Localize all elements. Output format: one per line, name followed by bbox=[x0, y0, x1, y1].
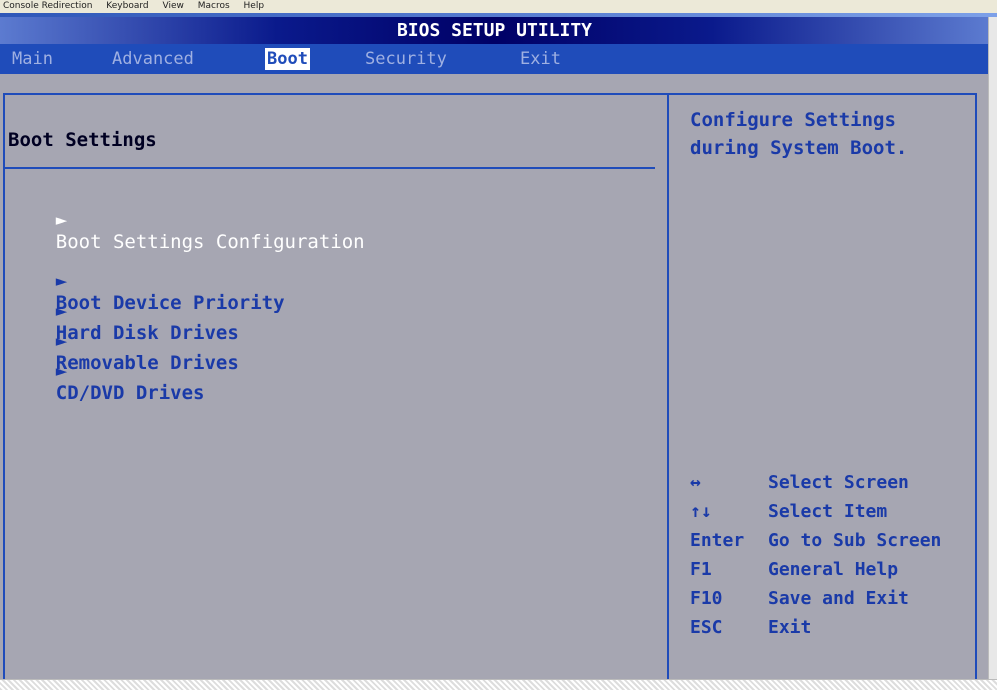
bios-title: BIOS SETUP UTILITY bbox=[0, 17, 989, 44]
help-text: Configure Settings during System Boot. bbox=[690, 109, 908, 159]
menu-item-cd-dvd-drives[interactable]: ► CD/DVD Drives bbox=[10, 338, 205, 426]
key-row: ↑↓ Select Item bbox=[690, 497, 975, 526]
key-description: General Help bbox=[768, 559, 899, 580]
key-description: Select Screen bbox=[768, 472, 909, 493]
key-label: F10 bbox=[690, 588, 723, 609]
tab-exit[interactable]: Exit bbox=[518, 48, 563, 70]
key-row: F1 General Help bbox=[690, 555, 975, 584]
window-menu-bar: Console Redirection Keyboard View Macros… bbox=[0, 0, 997, 13]
key-legend: ↔ Select Screen ↑↓ Select Item Enter Go … bbox=[690, 468, 975, 642]
key-row: ESC Exit bbox=[690, 613, 975, 642]
key-row: F10 Save and Exit bbox=[690, 584, 975, 613]
section-title: Boot Settings bbox=[8, 129, 157, 151]
menu-macros[interactable]: Macros bbox=[198, 1, 230, 11]
menu-keyboard[interactable]: Keyboard bbox=[106, 1, 148, 11]
menu-help[interactable]: Help bbox=[244, 1, 265, 11]
tab-main[interactable]: Main bbox=[10, 48, 55, 70]
bios-tab-bar: Main Advanced Boot Security Exit bbox=[0, 44, 989, 74]
up-down-arrow-icon: ↑↓ bbox=[690, 501, 712, 522]
menu-view[interactable]: View bbox=[162, 1, 183, 11]
key-description: Save and Exit bbox=[768, 588, 909, 609]
key-label: ESC bbox=[690, 617, 723, 638]
left-right-arrow-icon: ↔ bbox=[690, 472, 701, 493]
key-row: ↔ Select Screen bbox=[690, 468, 975, 497]
key-row: Enter Go to Sub Screen bbox=[690, 526, 975, 555]
menu-console-redirection[interactable]: Console Redirection bbox=[3, 1, 92, 11]
horizontal-scrollbar[interactable] bbox=[0, 679, 997, 690]
key-description: Select Item bbox=[768, 501, 888, 522]
tab-boot[interactable]: Boot bbox=[265, 48, 310, 70]
submenu-arrow-icon: ► bbox=[55, 360, 68, 382]
key-description: Go to Sub Screen bbox=[768, 530, 942, 551]
menu-item-label: CD/DVD Drives bbox=[55, 382, 205, 404]
key-label: Enter bbox=[690, 530, 745, 551]
tab-advanced[interactable]: Advanced bbox=[110, 48, 196, 70]
key-description: Exit bbox=[768, 617, 812, 638]
vertical-scrollbar[interactable] bbox=[988, 17, 997, 679]
tab-security[interactable]: Security bbox=[363, 48, 449, 70]
section-divider bbox=[5, 167, 655, 169]
key-label: F1 bbox=[690, 559, 712, 580]
submenu-arrow-icon: ► bbox=[55, 209, 68, 231]
